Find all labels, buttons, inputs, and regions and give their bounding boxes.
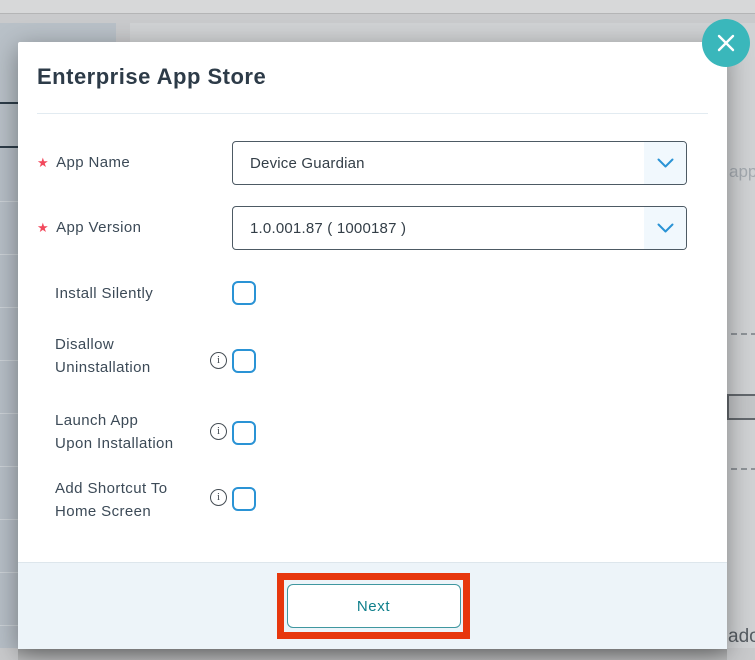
required-icon xyxy=(37,220,49,236)
checkbox-install-silently[interactable] xyxy=(232,281,256,305)
background-partial-text: appl xyxy=(729,162,755,182)
add-shortcut-label: Add Shortcut To Home Screen xyxy=(55,477,167,523)
background-dashed-line xyxy=(731,468,755,470)
app-version-value: 1.0.001.87 ( 1000187 ) xyxy=(233,207,644,249)
annotation-highlight: Next xyxy=(277,573,470,639)
title-divider xyxy=(37,113,708,114)
required-icon xyxy=(37,155,49,171)
field-label-text: App Name xyxy=(56,154,130,171)
info-icon[interactable] xyxy=(210,423,227,440)
close-icon xyxy=(715,32,737,54)
launch-app-label: Launch App Upon Installation xyxy=(55,409,174,455)
background-partial-text: ado xyxy=(728,626,755,648)
info-icon[interactable] xyxy=(210,489,227,506)
background-divider xyxy=(0,102,18,104)
enterprise-app-store-modal: Enterprise App Store App Name Device Gua… xyxy=(18,42,727,648)
label-line: Home Screen xyxy=(55,500,167,523)
background-button-fragment xyxy=(727,394,755,420)
checkbox-add-shortcut-to-home-screen[interactable] xyxy=(232,487,256,511)
label-line: Install Silently xyxy=(55,282,153,305)
app-name-select[interactable]: Device Guardian xyxy=(232,141,687,185)
label-line: Disallow xyxy=(55,333,151,356)
checkbox-launch-app-upon-installation[interactable] xyxy=(232,421,256,445)
label-line: Add Shortcut To xyxy=(55,477,167,500)
field-label-text: App Version xyxy=(56,219,141,236)
background-top-bar xyxy=(0,0,755,14)
next-button[interactable]: Next xyxy=(287,584,461,628)
background-table-rows xyxy=(0,149,18,648)
background-dashed-line xyxy=(731,333,755,335)
disallow-uninstallation-label: Disallow Uninstallation xyxy=(55,333,151,379)
close-button[interactable] xyxy=(702,19,750,67)
label-line: Upon Installation xyxy=(55,432,174,455)
background-divider xyxy=(0,146,18,148)
app-name-value: Device Guardian xyxy=(233,142,644,184)
install-silently-label: Install Silently xyxy=(55,282,153,305)
chevron-down-icon xyxy=(644,207,686,249)
chevron-down-icon xyxy=(644,142,686,184)
label-line: Uninstallation xyxy=(55,356,151,379)
info-icon[interactable] xyxy=(210,352,227,369)
app-name-label: App Name xyxy=(37,154,130,171)
app-version-label: App Version xyxy=(37,219,141,236)
app-version-select[interactable]: 1.0.001.87 ( 1000187 ) xyxy=(232,206,687,250)
label-line: Launch App xyxy=(55,409,174,432)
modal-title: Enterprise App Store xyxy=(37,64,266,90)
modal-footer: Next xyxy=(18,562,727,649)
modal-bottom-shadow xyxy=(18,648,727,660)
checkbox-disallow-uninstallation[interactable] xyxy=(232,349,256,373)
